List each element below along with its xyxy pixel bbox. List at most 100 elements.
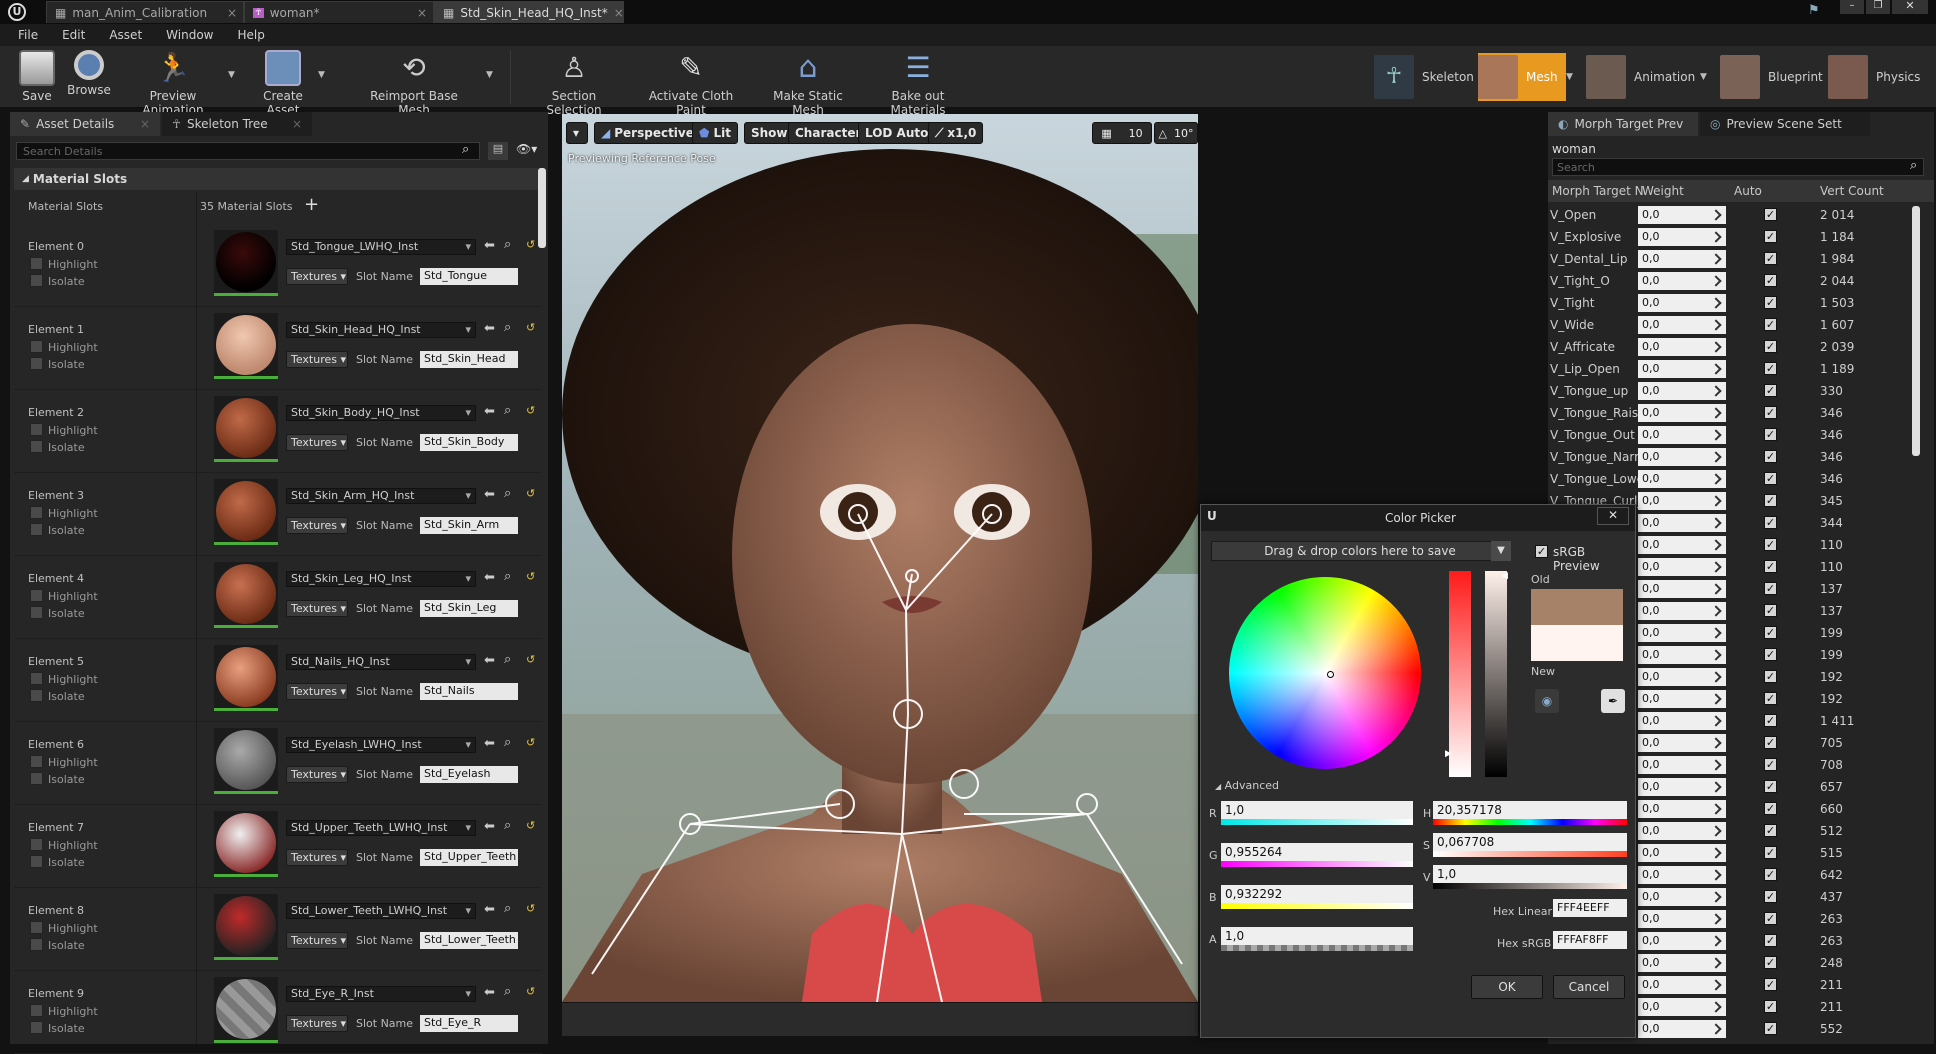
mode-animation[interactable]: Animation (1586, 53, 1695, 101)
highlight-checkbox[interactable] (30, 921, 43, 934)
slot-name-input[interactable]: Std_Lower_Teeth (420, 932, 518, 949)
weight-input[interactable]: 0,0 (1638, 294, 1726, 312)
close-icon[interactable]: × (140, 117, 150, 131)
weight-input[interactable]: 0,0 (1638, 976, 1726, 994)
auto-checkbox[interactable]: ✓ (1764, 714, 1777, 727)
use-selected-arrow-icon[interactable]: ⬅ (484, 653, 495, 668)
reset-arrow-icon[interactable]: ↺ (526, 736, 535, 749)
weight-input[interactable]: 0,0 (1638, 404, 1726, 422)
color-wheel-icon[interactable]: ◉ (1535, 689, 1559, 713)
slot-name-input[interactable]: Std_Skin_Body (420, 434, 518, 451)
bake-out-materials-button[interactable]: ☰ Bake out Materials (866, 50, 970, 117)
auto-checkbox[interactable]: ✓ (1764, 846, 1777, 859)
use-selected-arrow-icon[interactable]: ⬅ (484, 736, 495, 751)
weight-input[interactable]: 0,0 (1638, 558, 1726, 576)
cancel-button[interactable]: Cancel (1553, 975, 1625, 999)
character-button[interactable]: Character (788, 122, 869, 144)
reset-arrow-icon[interactable]: ↺ (526, 653, 535, 666)
weight-input[interactable]: 0,0 (1638, 272, 1726, 290)
highlight-checkbox[interactable] (30, 1004, 43, 1017)
value-slider[interactable] (1485, 571, 1507, 777)
tab-skeleton-tree[interactable]: ☥ Skeleton Tree × (162, 112, 312, 136)
tab-morph-target-preview[interactable]: ◐ Morph Target Prev (1548, 112, 1698, 136)
isolate-checkbox[interactable] (30, 523, 43, 536)
isolate-checkbox[interactable] (30, 689, 43, 702)
auto-checkbox[interactable]: ✓ (1764, 912, 1777, 925)
material-slots-section-header[interactable]: ◢ Material Slots (14, 168, 542, 190)
material-combo[interactable]: Std_Nails_HQ_Inst (286, 654, 476, 670)
weight-input[interactable]: 0,0 (1638, 206, 1726, 224)
auto-checkbox[interactable]: ✓ (1764, 428, 1777, 441)
mode-physics[interactable]: Physics (1828, 53, 1920, 101)
reset-arrow-icon[interactable]: ↺ (526, 902, 535, 915)
auto-checkbox[interactable]: ✓ (1764, 208, 1777, 221)
material-thumbnail[interactable] (214, 230, 278, 296)
auto-checkbox[interactable]: ✓ (1764, 318, 1777, 331)
auto-checkbox[interactable]: ✓ (1764, 868, 1777, 881)
scrollbar-thumb[interactable] (1912, 206, 1920, 456)
material-combo[interactable]: Std_Skin_Head_HQ_Inst (286, 322, 476, 338)
slot-name-input[interactable]: Std_Tongue (420, 268, 518, 285)
g-input[interactable]: 0,955264 (1221, 843, 1413, 861)
highlight-checkbox[interactable] (30, 589, 43, 602)
tab-preview-scene-settings[interactable]: ◎ Preview Scene Sett (1700, 112, 1870, 136)
viewport-menu-button[interactable]: ▾ (566, 122, 588, 144)
close-icon[interactable]: ✕ (1597, 507, 1629, 525)
morph-search-input[interactable]: Search (1552, 158, 1924, 176)
srgb-preview-checkbox[interactable]: ✓ (1535, 545, 1548, 558)
chevron-down-icon[interactable]: ▼ (318, 70, 325, 80)
show-button[interactable]: Show (744, 122, 795, 144)
grid-snap-button[interactable]: ▦ 10 (1092, 122, 1152, 144)
isolate-checkbox[interactable] (30, 274, 43, 287)
playback-speed-button[interactable]: ⟋ x1,0 (928, 122, 984, 144)
pin-icon[interactable]: ⚑ (1808, 3, 1820, 18)
weight-input[interactable]: 0,0 (1638, 822, 1726, 840)
chevron-down-icon[interactable]: ▼ (228, 70, 235, 80)
auto-checkbox[interactable]: ✓ (1764, 494, 1777, 507)
highlight-checkbox[interactable] (30, 506, 43, 519)
chevron-down-icon[interactable]: ▼ (1566, 72, 1573, 82)
weight-input[interactable]: 0,0 (1638, 712, 1726, 730)
textures-dropdown[interactable]: Textures ▾ (286, 517, 348, 534)
eye-icon[interactable]: 👁▾ (516, 142, 537, 156)
weight-input[interactable]: 0,0 (1638, 492, 1726, 510)
isolate-checkbox[interactable] (30, 938, 43, 951)
reset-arrow-icon[interactable]: ↺ (526, 570, 535, 583)
perspective-button[interactable]: ◢ Perspective (594, 122, 701, 144)
column-auto[interactable]: Auto (1734, 184, 1762, 198)
auto-checkbox[interactable]: ✓ (1764, 736, 1777, 749)
tab-skin-head-inst[interactable]: ▦ Std_Skin_Head_HQ_Inst* × (434, 1, 624, 23)
scrollbar-thumb[interactable] (538, 168, 546, 248)
auto-checkbox[interactable]: ✓ (1764, 934, 1777, 947)
textures-dropdown[interactable]: Textures ▾ (286, 268, 348, 285)
make-static-mesh-button[interactable]: ⌂ Make Static Mesh (758, 50, 858, 117)
slot-name-input[interactable]: Std_Skin_Arm (420, 517, 518, 534)
auto-checkbox[interactable]: ✓ (1764, 978, 1777, 991)
weight-input[interactable]: 0,0 (1638, 250, 1726, 268)
auto-checkbox[interactable]: ✓ (1764, 956, 1777, 969)
menu-asset[interactable]: Asset (109, 28, 142, 42)
hex-srgb-input[interactable]: FFFAF8FF (1553, 931, 1627, 949)
maximize-button[interactable]: ❐ (1866, 0, 1890, 14)
hex-linear-input[interactable]: FFF4EEFF (1553, 899, 1627, 917)
textures-dropdown[interactable]: Textures ▾ (286, 683, 348, 700)
auto-checkbox[interactable]: ✓ (1764, 384, 1777, 397)
auto-checkbox[interactable]: ✓ (1764, 648, 1777, 661)
reset-arrow-icon[interactable]: ↺ (526, 487, 535, 500)
auto-checkbox[interactable]: ✓ (1764, 252, 1777, 265)
chevron-down-icon[interactable]: ▼ (1700, 72, 1707, 82)
weight-input[interactable]: 0,0 (1638, 734, 1726, 752)
browse-search-icon[interactable]: ⌕ (504, 403, 511, 418)
weight-input[interactable]: 0,0 (1638, 448, 1726, 466)
material-thumbnail[interactable] (214, 396, 278, 462)
lit-button[interactable]: ⬟ Lit (692, 122, 738, 144)
weight-input[interactable]: 0,0 (1638, 690, 1726, 708)
use-selected-arrow-icon[interactable]: ⬅ (484, 238, 495, 253)
weight-input[interactable]: 0,0 (1638, 932, 1726, 950)
auto-checkbox[interactable]: ✓ (1764, 802, 1777, 815)
menu-edit[interactable]: Edit (62, 28, 85, 42)
chevron-down-icon[interactable]: ▼ (1491, 541, 1511, 561)
lod-button[interactable]: LOD Auto (858, 122, 936, 144)
weight-input[interactable]: 0,0 (1638, 800, 1726, 818)
g-gradient[interactable] (1221, 861, 1413, 867)
